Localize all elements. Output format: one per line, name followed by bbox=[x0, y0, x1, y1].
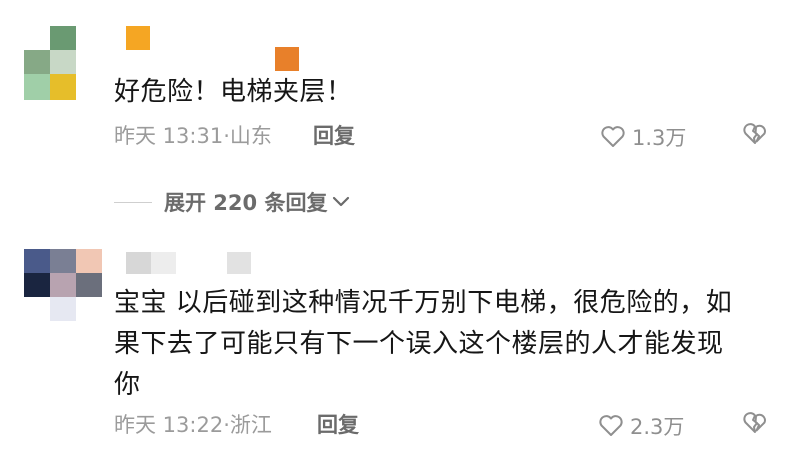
heart-icon bbox=[601, 126, 625, 147]
expand-label: 展开 220 条回复 bbox=[164, 191, 328, 215]
chevron-down-icon bbox=[333, 196, 350, 207]
comment-text: 好危险！电梯夹层！ bbox=[114, 77, 353, 107]
username-badge bbox=[275, 47, 299, 71]
username[interactable] bbox=[126, 26, 150, 50]
comment-meta: 昨天 13:22·浙江 bbox=[114, 413, 272, 437]
broken-heart-icon bbox=[743, 123, 766, 144]
like-button[interactable]: 1.3万 bbox=[600, 122, 686, 152]
avatar[interactable] bbox=[24, 26, 76, 100]
username-extra bbox=[227, 252, 251, 274]
dislike-button[interactable] bbox=[742, 411, 768, 435]
heart-icon bbox=[599, 415, 623, 436]
expand-replies[interactable]: 展开 220 条回复 bbox=[114, 187, 351, 217]
reply-button[interactable]: 回复 bbox=[313, 120, 355, 150]
reply-button[interactable]: 回复 bbox=[317, 409, 359, 439]
mention[interactable]: 宝宝 bbox=[114, 288, 167, 318]
like-button[interactable]: 2.3万 bbox=[598, 411, 684, 441]
comment-text-line-3: 你 bbox=[114, 370, 141, 400]
like-count: 2.3万 bbox=[630, 415, 685, 439]
username[interactable] bbox=[126, 252, 176, 274]
dislike-button[interactable] bbox=[742, 122, 768, 146]
comment-meta: 昨天 13:31·山东 bbox=[114, 124, 272, 148]
avatar[interactable] bbox=[24, 249, 102, 323]
divider-line bbox=[114, 201, 152, 203]
like-count: 1.3万 bbox=[632, 126, 687, 150]
comment-text-line-2: 果下去了可能只有下一个误入这个楼层的人才能发现 bbox=[114, 329, 724, 359]
comment-text-line-1: 宝宝 以后碰到这种情况千万别下电梯，很危险的，如 bbox=[114, 288, 733, 318]
broken-heart-icon bbox=[743, 412, 766, 433]
